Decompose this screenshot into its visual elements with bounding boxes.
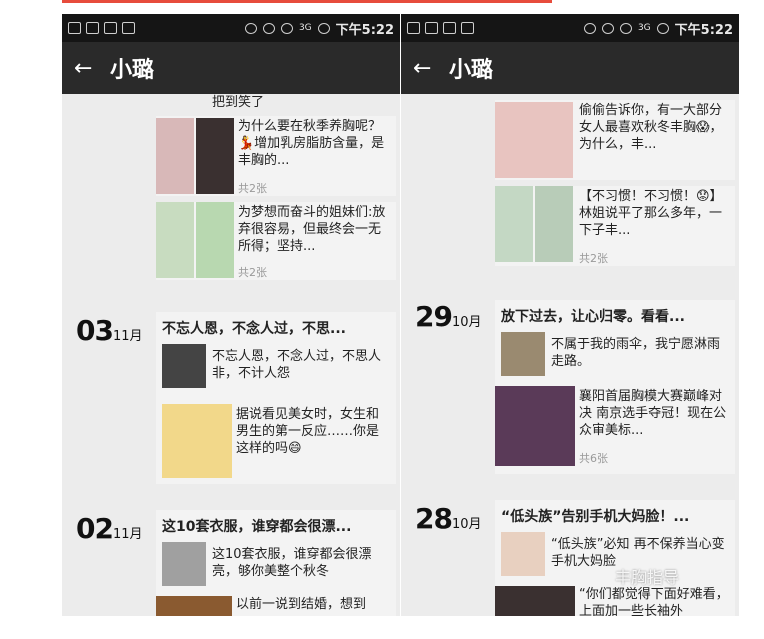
feed-item[interactable]: 为什么要在秋季养胸呢？💃增加乳房脂肪含量，是丰胸的... 共2张 <box>156 116 396 196</box>
article-headline: 这10套衣服，谁穿都会很漂... <box>162 519 352 535</box>
vibrate-icon <box>583 22 596 34</box>
feed-item[interactable]: 【不习惯！不习惯！😟】林姐说平了那么多年，一下子丰... 共2张 <box>495 186 735 266</box>
post-text: 偷偷告诉你，有一大部分女人最喜欢秋冬丰胸😱，为什么，丰... <box>579 103 723 152</box>
status-bar: 3G 下午5:22 <box>62 14 400 42</box>
post-text: 为什么要在秋季养胸呢？💃增加乳房脂肪含量，是丰胸的... <box>238 119 385 168</box>
article-text: 这10套衣服，谁穿都会很漂亮，够你美整个秋冬 <box>212 547 372 579</box>
watermark: 丰胸指导 <box>614 568 679 587</box>
photo-thumbnail <box>156 202 194 278</box>
partial-text: 把到笑了 <box>212 95 265 110</box>
warning-icon <box>122 22 135 34</box>
photo-thumbnail <box>501 332 545 376</box>
photo-thumbnail <box>162 344 206 388</box>
left-phone-screenshot: 3G 下午5:22 ← 小璐 把到笑了 为什么要在秋季养胸呢？💃增加乳房脂肪含量… <box>62 14 400 616</box>
battery-icon <box>656 22 669 34</box>
photo-thumbnail <box>162 404 232 478</box>
add-icon <box>68 22 81 34</box>
alarm-icon <box>262 22 275 34</box>
article-text: 襄阳首届胸模大赛巅峰对决 南京选手夺冠！现在公众审美标... <box>579 389 727 438</box>
network-indicator: 3G <box>637 23 651 33</box>
photo-thumbnail <box>196 202 234 278</box>
photo-thumbnail <box>162 542 206 586</box>
photo-thumbnail <box>156 596 232 616</box>
post-text: 【不习惯！不习惯！😟】林姐说平了那么多年，一下子丰... <box>579 189 723 238</box>
photo-thumbnail <box>156 118 194 194</box>
article-card[interactable]: “低头族”告别手机大妈脸！... “低头族”必知 再不保养当心变手机大妈脸 “你… <box>495 500 735 616</box>
alarm-icon <box>601 22 614 34</box>
clock: 下午5:22 <box>674 22 733 38</box>
photo-thumbnail <box>501 532 545 576</box>
app-icon <box>425 22 438 34</box>
article-headline: 放下过去，让心归零。看看... <box>501 309 685 325</box>
feed-item[interactable]: 偷偷告诉你，有一大部分女人最喜欢秋冬丰胸😱，为什么，丰... <box>495 100 735 180</box>
back-arrow-icon[interactable]: ← <box>74 56 104 81</box>
photo-thumbnail <box>495 102 573 178</box>
vibrate-icon <box>244 22 257 34</box>
article-text: 据说看见美女时，女生和男生的第一反应……你是这样的吗😄 <box>236 407 380 456</box>
wifi-icon <box>280 22 293 34</box>
article-text: 不属于我的雨伞，我宁愿淋雨走路。 <box>551 337 721 369</box>
article-headline: “低头族”告别手机大妈脸！... <box>501 509 690 525</box>
photo-thumbnail <box>495 586 575 616</box>
article-card[interactable]: 这10套衣服，谁穿都会很漂... 这10套衣服，谁穿都会很漂亮，够你美整个秋冬 … <box>156 510 396 616</box>
photo-thumbnail <box>495 186 533 262</box>
feed-item[interactable]: 为梦想而奋斗的姐妹们:放弃很容易，但最终会一无所得；坚持... 共2张 <box>156 202 396 280</box>
article-text: 以前一说到结婚，想到 <box>236 597 367 612</box>
page-title: 小璐 <box>449 58 494 83</box>
photo-count: 共2张 <box>238 182 267 195</box>
timeline[interactable]: 把到笑了 为什么要在秋季养胸呢？💃增加乳房脂肪含量，是丰胸的... 共2张 为梦… <box>62 94 400 616</box>
article-card[interactable]: 放下过去，让心归零。看看... 不属于我的雨伞，我宁愿淋雨走路。 襄阳首届胸模大… <box>495 300 735 474</box>
right-phone-screenshot: 3G 下午5:22 ← 小璐 偷偷告诉你，有一大部分女人最喜欢秋冬丰胸😱，为什么… <box>401 14 739 616</box>
photo-count: 共6张 <box>579 452 608 465</box>
wifi-icon <box>619 22 632 34</box>
page-title: 小璐 <box>110 58 155 83</box>
timeline[interactable]: 偷偷告诉你，有一大部分女人最喜欢秋冬丰胸😱，为什么，丰... 【不习惯！不习惯！… <box>401 94 739 616</box>
date-label: 2810月 <box>415 502 482 535</box>
network-indicator: 3G <box>298 23 312 33</box>
post-text: 为梦想而奋斗的姐妹们:放弃很容易，但最终会一无所得；坚持... <box>238 205 386 254</box>
nav-bar: ← 小璐 <box>401 42 739 94</box>
date-label: 0211月 <box>76 512 143 545</box>
photo-thumbnail <box>495 386 575 466</box>
nav-bar: ← 小璐 <box>62 42 400 94</box>
app-icon <box>86 22 99 34</box>
article-card[interactable]: 不忘人恩，不念人过，不思... 不忘人恩，不念人过，不思人非，不计人怨 据说看见… <box>156 312 396 484</box>
battery-icon <box>317 22 330 34</box>
article-text: “你们都觉得下面好难看，上面加一些长袖外 <box>579 587 729 616</box>
article-text: 不忘人恩，不念人过，不思人非，不计人怨 <box>212 349 382 381</box>
photo-thumbnail <box>196 118 234 194</box>
date-label: 0311月 <box>76 314 143 347</box>
status-bar: 3G 下午5:22 <box>401 14 739 42</box>
top-accent-line <box>62 0 552 3</box>
back-arrow-icon[interactable]: ← <box>413 56 443 81</box>
photo-count: 共2张 <box>238 266 267 279</box>
date-label: 2910月 <box>415 300 482 333</box>
image-icon <box>443 22 456 34</box>
article-headline: 不忘人恩，不念人过，不思... <box>162 321 346 337</box>
add-icon <box>407 22 420 34</box>
photo-count: 共2张 <box>579 252 608 265</box>
image-icon <box>104 22 117 34</box>
clock: 下午5:22 <box>335 22 394 38</box>
photo-thumbnail <box>535 186 573 262</box>
warning-icon <box>461 22 474 34</box>
